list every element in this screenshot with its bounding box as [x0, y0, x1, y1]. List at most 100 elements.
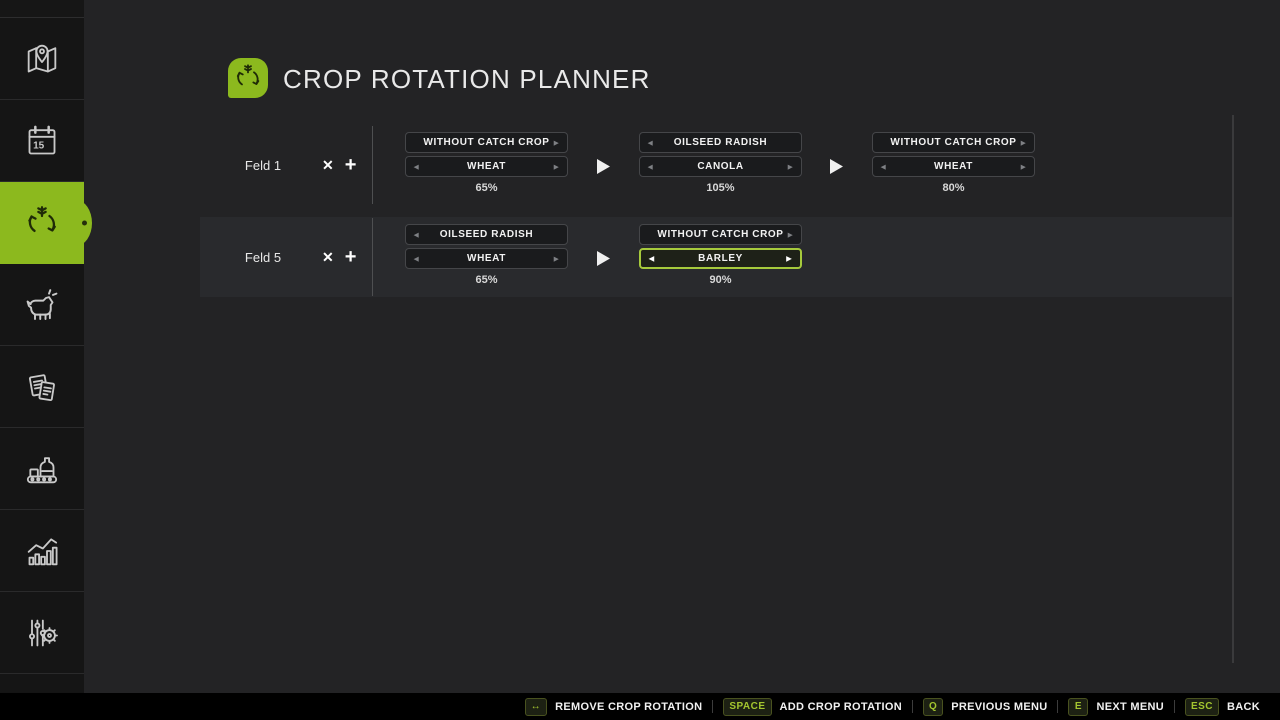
- rotation-stage: ◂ OILSEED RADISH ▸ ◂ CANOLA ▸ 105%: [639, 125, 802, 205]
- shortcut-next-menu: E NEXT MENU: [1068, 698, 1163, 716]
- next-option-arrow[interactable]: ▸: [554, 253, 559, 264]
- expected-yield-label: 105%: [639, 182, 802, 194]
- row-divider: [372, 218, 373, 296]
- bottom-bar: ↔ REMOVE CROP ROTATION SPACE ADD CROP RO…: [0, 693, 1280, 720]
- shortcut-label: PREVIOUS MENU: [951, 701, 1047, 713]
- contracts-icon: [22, 367, 62, 407]
- sidebar: 15: [0, 0, 84, 693]
- animals-icon: [21, 284, 63, 326]
- remove-field-button[interactable]: ✕: [322, 250, 334, 264]
- crop-value: BARLEY: [698, 253, 743, 264]
- rotation-stage: ◂ WITHOUT CATCH CROP ▸ ◂ WHEAT ▸ 80%: [872, 125, 1035, 205]
- sidebar-item-contracts[interactable]: [0, 346, 84, 428]
- esc-key-badge: ESC: [1185, 698, 1219, 716]
- prev-option-arrow[interactable]: ◂: [648, 161, 653, 172]
- next-option-arrow[interactable]: ▸: [1021, 161, 1026, 172]
- prev-option-arrow[interactable]: ◂: [881, 161, 886, 172]
- catch-crop-select[interactable]: ◂ OILSEED RADISH ▸: [639, 132, 802, 153]
- add-rotation-step-button[interactable]: +: [345, 155, 357, 175]
- remove-field-button[interactable]: ✕: [322, 158, 334, 172]
- expected-yield-label: 65%: [405, 182, 568, 194]
- crop-value: WHEAT: [934, 161, 973, 172]
- catch-crop-select[interactable]: ◂ WITHOUT CATCH CROP ▸: [405, 132, 568, 153]
- sidebar-item-calendar[interactable]: 15: [0, 100, 84, 182]
- prev-option-arrow[interactable]: ◂: [414, 253, 419, 264]
- shortcut-remove-crop-rotation: ↔ REMOVE CROP ROTATION: [525, 698, 703, 716]
- crop-value: WHEAT: [467, 253, 506, 264]
- rotation-arrow-icon: [597, 251, 610, 266]
- e-key-badge: E: [1068, 698, 1088, 716]
- crop-select[interactable]: ◂ WHEAT ▸: [405, 156, 568, 177]
- rotation-stage: ◂ OILSEED RADISH ▸ ◂ WHEAT ▸ 65%: [405, 217, 568, 297]
- sidebar-item-settings[interactable]: [0, 592, 84, 674]
- next-option-arrow[interactable]: ▸: [554, 137, 559, 148]
- statistics-icon: [22, 531, 62, 571]
- sidebar-item-statistics[interactable]: [0, 510, 84, 592]
- shortcut-label: NEXT MENU: [1096, 701, 1163, 713]
- shortcut-back: ESC BACK: [1185, 698, 1260, 716]
- catch-crop-select[interactable]: ◂ WITHOUT CATCH CROP ▸: [872, 132, 1035, 153]
- shortcut-label: BACK: [1227, 701, 1260, 713]
- sidebar-item-map[interactable]: [0, 18, 84, 100]
- shortcut-divider: [1057, 700, 1058, 713]
- next-option-arrow[interactable]: ▸: [554, 161, 559, 172]
- field-row-feld-5: Feld 5 ✕ + ◂ OILSEED RADISH ▸ ◂ WHEAT ▸ …: [200, 217, 1233, 297]
- crop-select[interactable]: ◂ WHEAT ▸: [405, 248, 568, 269]
- expected-yield-label: 90%: [639, 274, 802, 286]
- catch-crop-select[interactable]: ◂ WITHOUT CATCH CROP ▸: [639, 224, 802, 245]
- catch-crop-value: WITHOUT CATCH CROP: [657, 229, 783, 240]
- rotation-stage: ◂ WITHOUT CATCH CROP ▸ ◂ BARLEY ▸ 90%: [639, 217, 802, 297]
- prev-option-arrow[interactable]: ◂: [649, 253, 655, 264]
- sidebar-item-production[interactable]: [0, 428, 84, 510]
- rotation-stage: ◂ WITHOUT CATCH CROP ▸ ◂ WHEAT ▸ 65%: [405, 125, 568, 205]
- sidebar-bottom-spacer: [0, 674, 84, 692]
- shortcut-add-crop-rotation: SPACE ADD CROP ROTATION: [723, 698, 902, 716]
- field-name-label: Feld 1: [218, 125, 308, 205]
- field-row-feld-1: Feld 1 ✕ + ◂ WITHOUT CATCH CROP ▸ ◂ WHEA…: [200, 125, 1233, 205]
- expected-yield-label: 80%: [872, 182, 1035, 194]
- sidebar-top-spacer: [0, 0, 84, 18]
- catch-crop-value: OILSEED RADISH: [440, 229, 533, 240]
- next-option-arrow[interactable]: ▸: [788, 229, 793, 240]
- scrollbar[interactable]: [1232, 115, 1234, 663]
- crop-rotation-icon: [21, 202, 63, 244]
- shortcut-divider: [712, 700, 713, 713]
- field-name-label: Feld 5: [218, 217, 308, 297]
- prev-option-arrow[interactable]: ◂: [414, 161, 419, 172]
- next-option-arrow[interactable]: ▸: [786, 253, 792, 264]
- catch-crop-select[interactable]: ◂ OILSEED RADISH ▸: [405, 224, 568, 245]
- q-key-badge: Q: [923, 698, 943, 716]
- row-divider: [372, 126, 373, 204]
- calendar-icon: 15: [22, 121, 62, 161]
- prev-option-arrow[interactable]: ◂: [414, 229, 419, 240]
- catch-crop-value: WITHOUT CATCH CROP: [423, 137, 549, 148]
- add-rotation-step-button[interactable]: +: [345, 247, 357, 267]
- crop-value: CANOLA: [697, 161, 743, 172]
- catch-crop-value: OILSEED RADISH: [674, 137, 767, 148]
- crop-rotation-planner-icon: [228, 58, 268, 98]
- delete-key-badge: ↔: [525, 698, 548, 716]
- shortcut-previous-menu: Q PREVIOUS MENU: [923, 698, 1047, 716]
- crop-select-selected[interactable]: ◂ BARLEY ▸: [639, 248, 802, 269]
- next-option-arrow[interactable]: ▸: [1021, 137, 1026, 148]
- next-option-arrow[interactable]: ▸: [788, 161, 793, 172]
- rotation-arrow-icon: [830, 159, 843, 174]
- page-title: CROP ROTATION PLANNER: [283, 64, 651, 95]
- active-tab-dot: [82, 220, 87, 225]
- shortcut-divider: [912, 700, 913, 713]
- crop-value: WHEAT: [467, 161, 506, 172]
- space-key-badge: SPACE: [723, 698, 771, 716]
- expected-yield-label: 65%: [405, 274, 568, 286]
- settings-icon: [22, 613, 62, 653]
- prev-option-arrow[interactable]: ◂: [648, 137, 653, 148]
- shortcut-label: REMOVE CROP ROTATION: [555, 701, 702, 713]
- crop-select[interactable]: ◂ CANOLA ▸: [639, 156, 802, 177]
- catch-crop-value: WITHOUT CATCH CROP: [890, 137, 1016, 148]
- shortcut-label: ADD CROP ROTATION: [780, 701, 902, 713]
- sidebar-item-animals[interactable]: [0, 264, 84, 346]
- crop-select[interactable]: ◂ WHEAT ▸: [872, 156, 1035, 177]
- production-icon: [22, 449, 62, 489]
- shortcut-divider: [1174, 700, 1175, 713]
- sidebar-item-crop-rotation[interactable]: [0, 182, 84, 264]
- rotation-arrow-icon: [597, 159, 610, 174]
